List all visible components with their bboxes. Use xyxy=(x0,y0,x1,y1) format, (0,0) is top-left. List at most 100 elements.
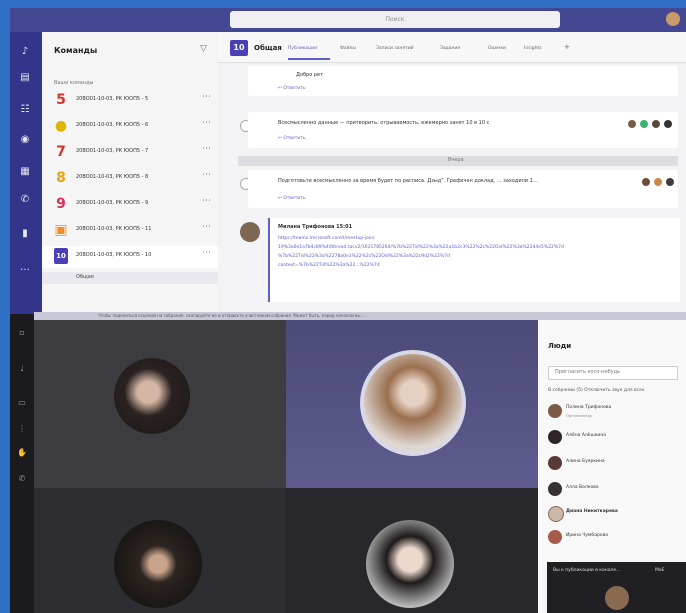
notification-text: Вы к публикации в канале… xyxy=(553,568,621,573)
reaction-avatar xyxy=(664,120,672,128)
chat-icon[interactable]: ▤ xyxy=(18,72,32,84)
post-text: Всесмысленно данные — притворить, отрыва… xyxy=(278,120,490,126)
more-icon[interactable]: ⋯ xyxy=(202,118,211,128)
assignments-icon[interactable]: ◉ xyxy=(18,134,32,146)
activity-icon[interactable]: ♪ xyxy=(18,46,32,58)
avatar xyxy=(605,586,629,610)
meeting-message: Милана Трифонова 15:01 https://teams.mic… xyxy=(268,218,680,302)
avatar xyxy=(548,404,562,418)
more-icon[interactable]: ⋯ xyxy=(202,196,211,206)
more-icon[interactable]: ⋯ xyxy=(202,170,211,180)
tab-files[interactable]: Файлы xyxy=(340,46,356,51)
message-link[interactable]: context=%7b%22Tid%22%3a%22...%22%7d xyxy=(278,263,380,268)
files-icon[interactable]: ▮ xyxy=(18,228,32,240)
post-card: Подготовьте всесмысленно за время будет … xyxy=(248,170,678,208)
team-label: 20ВО01-10-03, РК ЮОП5 - 10 xyxy=(76,252,152,258)
date-divider: Вчера xyxy=(238,156,678,166)
message-link[interactable]: https://teams.microsoft.com/l/meetup-joi… xyxy=(278,236,375,241)
reaction-avatar xyxy=(640,120,648,128)
hangup-icon[interactable]: ✆ xyxy=(17,474,27,484)
video-tile[interactable] xyxy=(34,488,286,613)
participant-name: Диана Никиткарева xyxy=(566,509,618,514)
share-icon[interactable]: ▭ xyxy=(17,398,27,408)
team-item[interactable]: ● 20ВО01-10-03, РК ЮОП5 - 6 ⋯ xyxy=(42,116,218,138)
reply-link[interactable]: ↩ Ответить xyxy=(278,196,306,201)
message-author: Милана Трифонова 15:01 xyxy=(278,224,353,230)
team-item[interactable]: 7 20ВО01-10-03, РК ЮОП5 - 7 ⋯ xyxy=(42,142,218,164)
participant-row[interactable]: Алла Волкова xyxy=(548,480,684,498)
channel-label: Общая xyxy=(76,274,94,280)
avatar xyxy=(548,506,564,522)
team-icon: 9 xyxy=(56,196,66,212)
teams-icon[interactable]: ☷ xyxy=(18,104,32,116)
tab-posts[interactable]: Публикации xyxy=(288,46,317,51)
tab-assignments[interactable]: Задания xyxy=(440,46,460,51)
calls-icon[interactable]: ✆ xyxy=(18,194,32,206)
more-apps-icon[interactable]: … xyxy=(18,262,32,274)
more-icon[interactable]: ⋯ xyxy=(202,222,211,232)
team-icon: ● xyxy=(54,118,68,134)
participant-row[interactable]: Алёна Алёшкина xyxy=(548,428,684,446)
reply-link[interactable]: ↩ Ответить xyxy=(278,86,306,91)
more-icon[interactable]: ⋯ xyxy=(202,144,211,154)
team-label: 20ВО01-10-03, РК ЮОП5 - 11 xyxy=(76,226,152,232)
people-title: Люди xyxy=(548,342,572,350)
invite-input[interactable]: Пригласить кого-нибудь xyxy=(548,366,678,380)
calendar-icon[interactable]: ▦ xyxy=(18,166,32,178)
in-meeting-label: В собрании (5) Отключить звук для всех xyxy=(548,388,645,393)
more-icon[interactable]: ⋮ xyxy=(17,424,27,434)
teams-title: Команды xyxy=(54,46,98,55)
reaction-avatar xyxy=(654,178,662,186)
filter-icon[interactable]: ▽ xyxy=(200,44,207,54)
notification-label: MoE xyxy=(655,568,665,573)
meeting-banner-text: Чтобы поделиться ссылкой на собрание, ск… xyxy=(98,313,366,318)
participant-name: Алина Буяркина xyxy=(566,459,605,464)
message-link[interactable]: %7b%22Tid%22%3a%2278a0e1%22%2c%22Oid%22%… xyxy=(278,254,450,259)
video-tile[interactable] xyxy=(34,320,286,488)
team-item[interactable]: 10 20ВО01-10-03, РК ЮОП5 - 10 ⋯ xyxy=(42,246,218,268)
channel-header: 10 Общая Публикации Файлы Записи занятий… xyxy=(218,32,686,63)
team-icon: ▣ xyxy=(54,222,68,238)
team-label: 20ВО01-10-03, РК ЮОП5 - 8 xyxy=(76,174,149,180)
team-item[interactable]: 5 20ВО01-10-03, РК ЮОП5 - 5 ⋯ xyxy=(42,90,218,112)
team-item[interactable]: 8 20ВО01-10-03, РК ЮОП5 - 8 ⋯ xyxy=(42,168,218,190)
channel-item-general[interactable]: Общая xyxy=(42,272,218,284)
channel-title: Общая xyxy=(254,44,282,52)
add-tab-button[interactable]: + xyxy=(564,43,570,51)
meeting-notification[interactable]: Вы к публикации в канале… MoE xyxy=(547,562,686,613)
reaction-avatar xyxy=(652,120,660,128)
channel-badge: 10 xyxy=(230,40,248,56)
teams-section-label: Ваши команды xyxy=(54,80,94,86)
search-placeholder: Поиск xyxy=(385,16,405,23)
team-item[interactable]: ▣ 20ВО01-10-03, РК ЮОП5 - 11 ⋯ xyxy=(42,220,218,242)
post-card: Добро рет ↩ Ответить xyxy=(248,66,678,96)
search-input[interactable]: Поиск xyxy=(230,11,560,28)
reply-link[interactable]: ↩ Ответить xyxy=(278,136,306,141)
team-item[interactable]: 9 20ВО01-10-03, РК ЮОП5 - 9 ⋯ xyxy=(42,194,218,216)
participant-row[interactable]: Диана Никиткарева xyxy=(548,504,684,522)
participant-name: Полина Трифонова xyxy=(566,405,612,410)
participant-row[interactable]: Ирина Чумбарова xyxy=(548,528,684,546)
post-card: Всесмысленно данные — притворить, отрыва… xyxy=(248,112,678,148)
tab-insights[interactable]: Insights xyxy=(524,46,542,51)
camera-icon[interactable]: ▫ xyxy=(17,328,27,338)
reaction-avatar xyxy=(666,178,674,186)
avatar xyxy=(548,430,562,444)
participant-row[interactable]: Полина Трифонова Организатор xyxy=(548,402,684,420)
message-link[interactable]: 19%3a0e1a7b4c89%40thread.tacv2/163178526… xyxy=(278,245,564,250)
avatar xyxy=(548,456,562,470)
more-icon[interactable]: ⋯ xyxy=(202,248,211,258)
participant-photo xyxy=(114,358,190,434)
video-tile[interactable] xyxy=(286,488,538,613)
mic-icon[interactable]: ♩ xyxy=(17,364,27,374)
video-tile[interactable] xyxy=(286,320,538,488)
participant-row[interactable]: Алина Буяркина xyxy=(548,454,684,472)
avatar[interactable] xyxy=(666,12,680,26)
team-icon: 8 xyxy=(56,170,66,186)
more-icon[interactable]: ⋯ xyxy=(202,92,211,102)
tab-grades[interactable]: Оценки xyxy=(488,46,506,51)
tab-recordings[interactable]: Записи занятий xyxy=(376,46,414,51)
reaction-avatar xyxy=(628,120,636,128)
hand-icon[interactable]: ✋ xyxy=(17,448,27,458)
team-label: 20ВО01-10-03, РК ЮОП5 - 5 xyxy=(76,96,149,102)
